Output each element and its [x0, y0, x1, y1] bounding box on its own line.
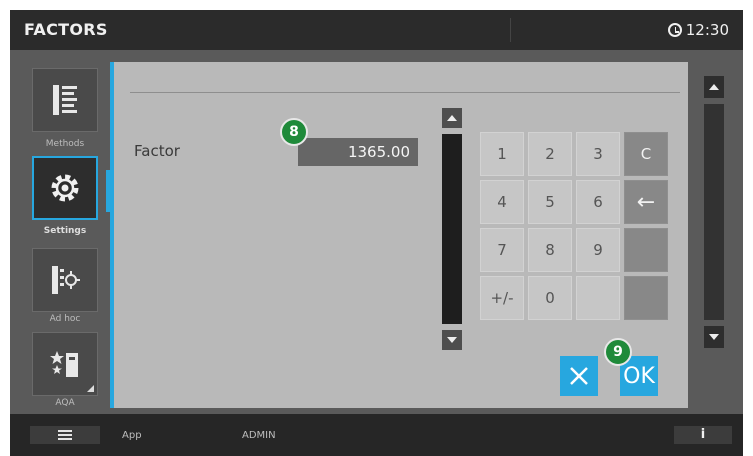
nav-item-methods[interactable]: [32, 68, 98, 132]
app-label: App: [122, 430, 142, 441]
aqa-stars-icon: [50, 351, 78, 377]
page-scroll-up-button[interactable]: [704, 76, 724, 98]
clock: 12:30: [667, 21, 729, 39]
bottom-bar: App ADMIN i: [10, 414, 743, 456]
factor-panel: Factor 1365.00 1 2 3 C 4 5 6 ← 7 8 9 +/-…: [110, 62, 688, 408]
menu-button[interactable]: [30, 426, 100, 444]
clock-time: 12:30: [685, 21, 729, 39]
nav-label-methods: Methods: [45, 139, 85, 149]
key-blank-3: [624, 276, 668, 320]
user-label: ADMIN: [242, 430, 276, 441]
panel-divider: [130, 92, 680, 93]
key-blank-2: [576, 276, 620, 320]
callout-badge-9: 9: [604, 338, 632, 366]
methods-list-icon: [53, 85, 77, 115]
nav-item-aqa[interactable]: [32, 332, 98, 396]
key-clear[interactable]: C: [624, 132, 668, 176]
key-1[interactable]: 1: [480, 132, 524, 176]
page-scroll-track[interactable]: [704, 104, 724, 320]
settings-gear-icon: [51, 174, 79, 202]
key-2[interactable]: 2: [528, 132, 572, 176]
device-screen: FACTORS 12:30 Methods Settings Ad hoc AQ…: [10, 10, 743, 456]
cancel-button[interactable]: [560, 356, 598, 396]
key-7[interactable]: 7: [480, 228, 524, 272]
nav-item-ad-hoc[interactable]: [32, 248, 98, 312]
nav-item-settings[interactable]: [32, 156, 98, 220]
corner-mark-icon: [87, 385, 94, 392]
clock-icon: [667, 23, 682, 37]
key-backspace[interactable]: ←: [624, 180, 668, 224]
key-3[interactable]: 3: [576, 132, 620, 176]
arrow-down-icon: [447, 337, 457, 343]
key-0[interactable]: 0: [528, 276, 572, 320]
arrow-up-icon: [709, 84, 719, 90]
key-6[interactable]: 6: [576, 180, 620, 224]
key-blank-1: [624, 228, 668, 272]
numeric-keypad: 1 2 3 C 4 5 6 ← 7 8 9 +/- 0: [480, 132, 668, 320]
info-button[interactable]: i: [674, 426, 732, 444]
callout-badge-8: 8: [280, 118, 308, 146]
field-scroll-up-button[interactable]: [442, 108, 462, 128]
hamburger-menu-icon: [58, 430, 72, 440]
arrow-up-icon: [447, 115, 457, 121]
key-8[interactable]: 8: [528, 228, 572, 272]
key-5[interactable]: 5: [528, 180, 572, 224]
nav-label-aqa: AQA: [55, 398, 75, 408]
factor-label: Factor: [134, 142, 180, 160]
field-scroll-down-button[interactable]: [442, 330, 462, 350]
nav-label-ad-hoc: Ad hoc: [49, 314, 81, 324]
page-title: FACTORS: [24, 20, 108, 39]
key-9[interactable]: 9: [576, 228, 620, 272]
field-scroll-track[interactable]: [442, 134, 462, 324]
factor-input[interactable]: 1365.00: [298, 138, 418, 166]
nav-label-settings: Settings: [43, 226, 87, 236]
page-scroll-down-button[interactable]: [704, 326, 724, 348]
ad-hoc-icon: [52, 266, 80, 294]
key-4[interactable]: 4: [480, 180, 524, 224]
close-x-icon: [570, 367, 588, 385]
arrow-down-icon: [709, 334, 719, 340]
top-bar: FACTORS 12:30: [10, 10, 743, 50]
key-plus-minus[interactable]: +/-: [480, 276, 524, 320]
topbar-divider: [510, 18, 511, 42]
